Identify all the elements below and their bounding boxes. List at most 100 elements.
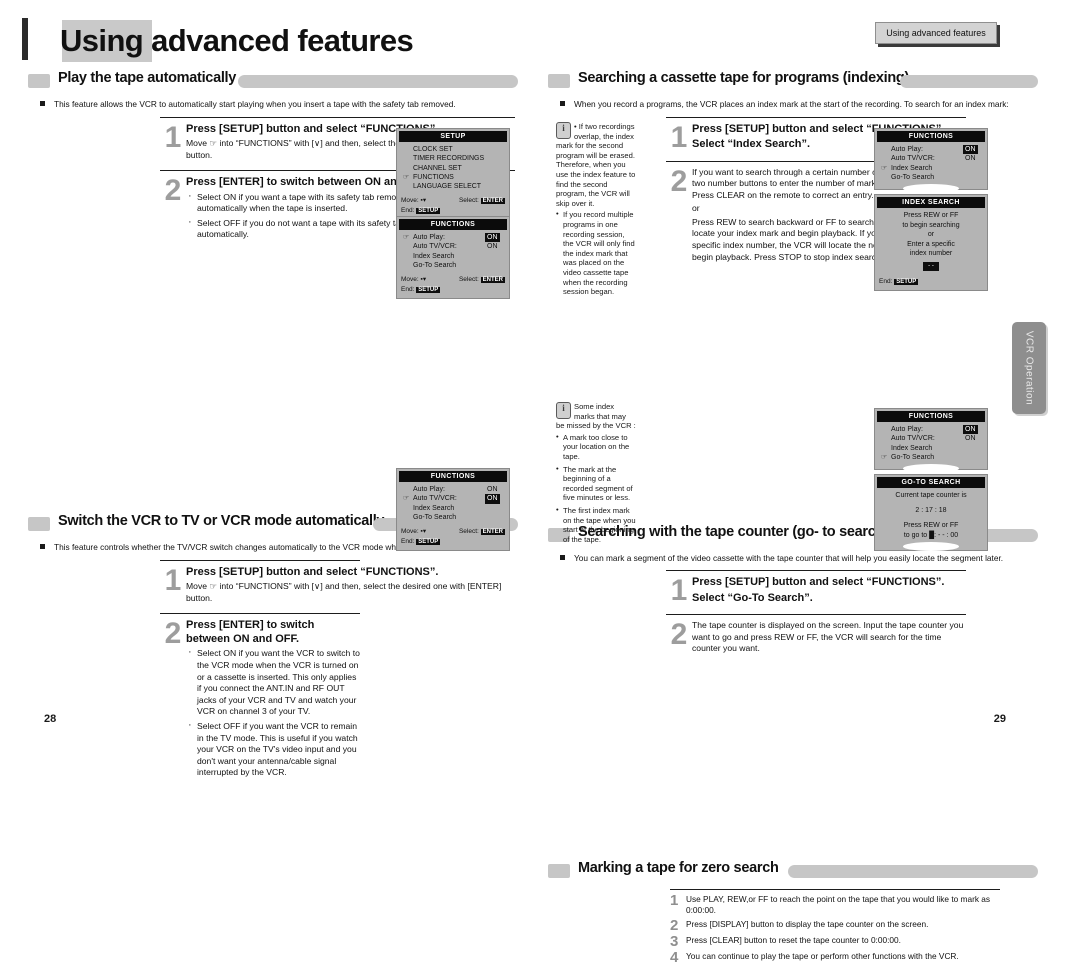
note-indexing: • If two recordings overlap, the index m… [556, 122, 636, 300]
section-chip [28, 74, 50, 88]
osd-select-label: Select: [458, 528, 479, 536]
osd-item-label: LANGUAGE SELECT [413, 183, 482, 191]
osd-notch [875, 462, 987, 474]
osd-title: FUNCTIONS [399, 471, 507, 482]
item-number: 2 [670, 917, 679, 934]
pointer-icon: ☞ [403, 495, 410, 503]
osd-menu-item: CHANNEL SET [413, 164, 509, 173]
osd-functions-gotosearch: FUNCTIONS Auto Play: ON Auto TV/VCR: ON In… [874, 408, 988, 474]
osd-move-label: Move: [401, 528, 419, 536]
osd-item-label: Index Search [891, 444, 933, 452]
osd-item-value: ON [963, 145, 978, 155]
updown-icon: ▪▾ [420, 528, 427, 536]
list-item: Select OFF if you want the VCR to remain… [188, 720, 360, 779]
osd-line: index number [909, 250, 953, 257]
osd-setup: SETUP CLOCK SET TIMER RECORDINGS CHANNEL… [396, 128, 510, 221]
osd-item-value: ON [963, 425, 978, 435]
page-number-left: 28 [44, 713, 57, 725]
osd-line: or [927, 231, 935, 238]
note-text: Some index marks that may be missed by t… [556, 402, 636, 431]
osd-item-label: Index Search [413, 504, 455, 512]
osd-title: FUNCTIONS [877, 411, 985, 422]
osd-select-label: Select: [458, 197, 479, 205]
list-item: The mark at the beginning of a recorded … [556, 464, 636, 503]
header-tab: Using advanced features [875, 22, 997, 44]
item-text: Press [DISPLAY] button to display the ta… [686, 919, 929, 929]
osd-item-label: Auto Play: [891, 146, 923, 153]
step-heading: Press [SETUP] button and select “FUNCTIO… [692, 576, 945, 588]
osd-menu: ☞ Auto Play: ON Auto TV/VCR: ON Index Searc… [397, 233, 509, 270]
osd-menu-item: TIMER RECORDINGS [413, 154, 509, 163]
zero-search-list: 1 Use PLAY, REW,or FF to reach the point… [670, 889, 1000, 965]
osd-item-label: Auto TV/VCR: [891, 155, 935, 163]
bullet-square-icon [560, 101, 565, 106]
step-number: 2 [670, 618, 688, 651]
item-number: 1 [670, 892, 679, 909]
section-title: Searching a cassette tape for programs (… [578, 70, 909, 86]
osd-line: Press REW or FF [903, 212, 959, 219]
osd-menu-item: Index Search [413, 504, 509, 513]
updown-icon: ▪▾ [420, 276, 427, 284]
step-number: 2 [164, 617, 182, 651]
updown-icon: ▪▾ [420, 197, 427, 205]
step-heading: Press [ENTER] to switch between ON and O… [186, 619, 315, 645]
bullet-square-icon [560, 554, 565, 560]
note-goto-search: Some index marks that may be missed by t… [556, 402, 636, 547]
osd-select-label: Select: [458, 276, 479, 284]
list-item: The first index mark on the tape when yo… [556, 505, 636, 544]
osd-setup-key: SETUP [416, 208, 441, 215]
info-icon [556, 122, 571, 139]
item-text: Use PLAY, REW,or FF to reach the point o… [686, 894, 991, 915]
osd-menu-item: ☞ Index Search [881, 164, 987, 173]
step-number: 1 [164, 120, 182, 154]
osd-enter-key: ENTER [480, 277, 505, 284]
osd-end-label: End: [401, 207, 415, 215]
osd-end-label: End: [879, 278, 893, 285]
note-bullets: If you record multiple programs in one r… [556, 209, 636, 296]
osd-menu-item: Index Search [413, 252, 509, 261]
osd-item-label: Go-To Search [891, 173, 935, 181]
step-row: 2 The tape counter is displayed on the s… [666, 614, 966, 685]
osd-footer: Move: ▪▾ Select: ENTER End: SETUP [397, 196, 509, 216]
osd-item-value: ON [487, 486, 498, 493]
osd-menu-item: ☞ Auto Play: ON [403, 233, 509, 243]
osd-index-search: INDEX SEARCH Press REW or FF to begin se… [874, 194, 988, 291]
osd-menu: Auto Play: ON Auto TV/VCR: ON ☞ Index Searc… [875, 145, 987, 182]
note-text: • If two recordings overlap, the index m… [556, 122, 636, 208]
header-tab-label: Using advanced features [886, 28, 986, 38]
osd-item-label: Auto Play: [413, 486, 445, 493]
osd-item-label: CHANNEL SET [413, 164, 462, 172]
osd-menu-item: Index Search [891, 444, 987, 453]
osd-move-label: Move: [401, 276, 419, 284]
osd-menu: Auto Play: ON Auto TV/VCR: ON Index Search… [875, 425, 987, 462]
list-item: Select ON if you want the VCR to switch … [188, 647, 360, 718]
steps-goto-search: 1 Press [SETUP] button and select “FUNCT… [666, 570, 966, 685]
osd-item-label: CLOCK SET [413, 146, 453, 153]
step-body: Move ☞ into “FUNCTIONS” with [∨] and the… [186, 581, 502, 603]
osd-title: INDEX SEARCH [877, 197, 985, 208]
osd-item-label: Go-To Search [413, 261, 457, 269]
section-chip [548, 74, 570, 88]
osd-functions-indexsearch: FUNCTIONS Auto Play: ON Auto TV/VCR: ON ☞ I… [874, 128, 988, 194]
step-number: 2 [670, 164, 688, 198]
step-body: The tape counter is displayed on the scr… [692, 620, 964, 654]
list-item: A mark too close to your location on the… [556, 432, 636, 462]
osd-functions-autoplay: FUNCTIONS ☞ Auto Play: ON Auto TV/VCR: ON I… [396, 216, 510, 300]
pointer-icon: ☞ [403, 173, 410, 181]
osd-item-label: Auto Play: [891, 426, 923, 433]
list-item: 3 Press [CLEAR] button to reset the tape… [670, 934, 1000, 949]
osd-menu-item: Auto Play: ON [891, 145, 987, 155]
osd-notch [875, 540, 987, 551]
osd-menu-item: ☞ Go-To Search [881, 453, 987, 462]
page-title: Using advanced features [60, 23, 414, 58]
osd-setup-key: SETUP [894, 279, 919, 285]
osd-menu-item: Auto TV/VCR: ON [891, 154, 987, 163]
osd-footer: Move: ▪▾ Select: ENTER End: SETUP [397, 527, 509, 547]
osd-notch [875, 182, 987, 194]
osd-item-label: Auto TV/VCR: [891, 435, 935, 443]
section-intro: When you record a programs, the VCR plac… [548, 99, 1048, 111]
section-title: Marking a tape for zero search [578, 860, 779, 876]
osd-title: GO-TO SEARCH [877, 477, 985, 488]
bullet-square-icon [40, 544, 45, 550]
list-item: 4 You can continue to play the tape or p… [670, 950, 1000, 965]
